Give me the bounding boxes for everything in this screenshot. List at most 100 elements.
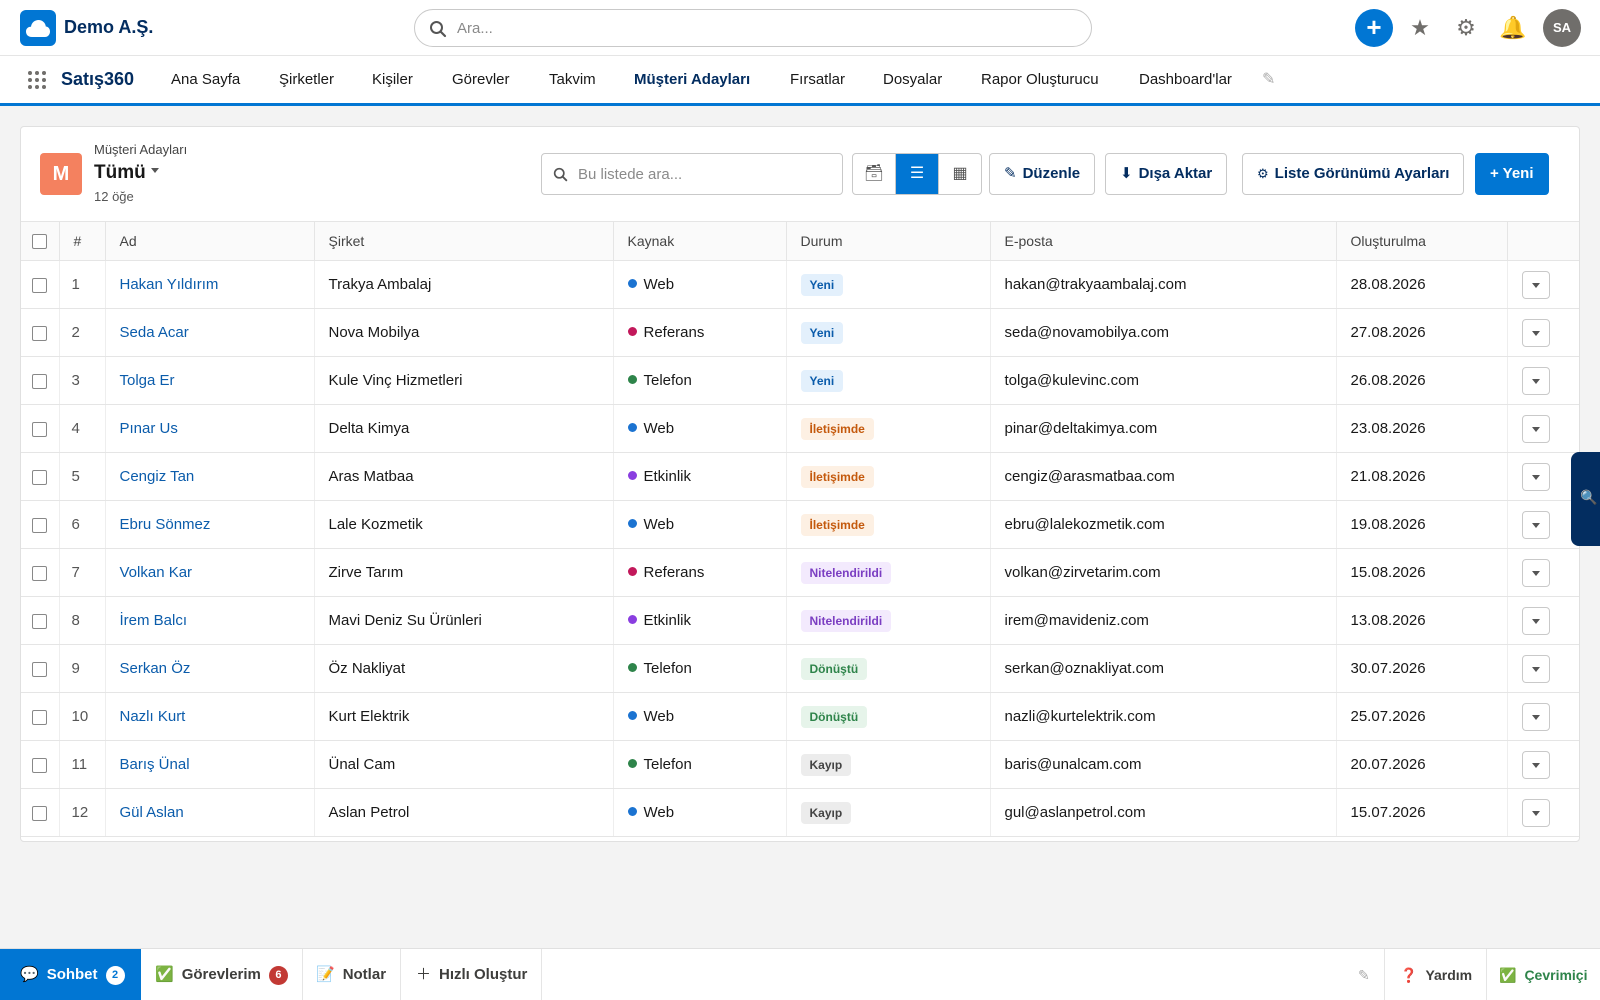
row-checkbox[interactable]	[32, 709, 48, 725]
chat-button[interactable]: 💬 Sohbet 2	[0, 949, 141, 1000]
help-button[interactable]: ❓ Yardım	[1384, 949, 1496, 1000]
email-cell: baris@unalcam.com	[990, 740, 1337, 789]
row-checkbox[interactable]	[32, 661, 48, 677]
search-icon: 🔍	[1580, 489, 1598, 505]
nav-tab-files[interactable]: Dosyalar	[883, 71, 942, 88]
lead-name-link[interactable]: Seda Acar	[120, 324, 189, 341]
edit-utility-bar-pencil-icon[interactable]: ✎	[1358, 949, 1370, 1000]
kanban-view-icon[interactable]: 🗃	[853, 154, 896, 194]
new-lead-button[interactable]: + Yeni	[1475, 153, 1549, 195]
presence-status-button[interactable]: ✅ Çevrimiçi	[1486, 949, 1600, 1000]
row-checkbox[interactable]	[32, 517, 48, 533]
nav-tab-tasks[interactable]: Görevler	[452, 71, 510, 88]
row-checkbox[interactable]	[32, 325, 48, 341]
row-checkbox[interactable]	[32, 805, 48, 821]
row-actions-dropdown[interactable]	[1521, 798, 1550, 827]
column-header-number[interactable]: #	[59, 221, 106, 261]
nav-tab-report-builder[interactable]: Rapor Oluşturucu	[981, 71, 1099, 88]
lead-name-link[interactable]: Cengiz Tan	[120, 468, 195, 485]
global-search[interactable]	[414, 9, 1092, 47]
my-tasks-button[interactable]: ✅ Görevlerim 6	[141, 949, 303, 1000]
created-date-cell: 21.08.2026	[1336, 452, 1508, 501]
row-select-cell	[21, 740, 60, 789]
column-header-company[interactable]: Şirket	[314, 221, 614, 261]
global-search-input[interactable]	[457, 10, 1077, 46]
list-view-settings-button[interactable]: ⚙ Liste Görünümü Ayarları	[1242, 153, 1465, 195]
row-select-cell	[21, 404, 60, 453]
row-actions-dropdown[interactable]	[1521, 606, 1550, 635]
row-select-cell	[21, 308, 60, 357]
lead-name-link[interactable]: Ebru Sönmez	[120, 516, 211, 533]
row-actions-dropdown[interactable]	[1521, 558, 1550, 587]
column-header-created[interactable]: Oluşturulma	[1336, 221, 1508, 261]
row-select-cell	[21, 356, 60, 405]
nav-tab-calendar[interactable]: Takvim	[549, 71, 596, 88]
nav-tab-companies[interactable]: Şirketler	[279, 71, 334, 88]
created-date-cell: 13.08.2026	[1336, 596, 1508, 645]
list-search-input[interactable]	[578, 154, 834, 194]
row-actions-dropdown[interactable]	[1521, 702, 1550, 731]
row-actions-dropdown[interactable]	[1521, 318, 1550, 347]
edit-nav-pencil-icon[interactable]: ✎	[1262, 69, 1275, 89]
nav-tab-dashboards[interactable]: Dashboard'lar	[1139, 71, 1232, 88]
side-search-tab[interactable]: 🔍	[1571, 452, 1600, 546]
edit-button[interactable]: ✎ Düzenle	[989, 153, 1096, 195]
column-header-status[interactable]: Durum	[786, 221, 991, 261]
row-checkbox[interactable]	[32, 469, 48, 485]
row-actions-dropdown[interactable]	[1521, 654, 1550, 683]
row-checkbox[interactable]	[32, 613, 48, 629]
lead-name-link[interactable]: Serkan Öz	[120, 660, 191, 677]
row-actions-dropdown[interactable]	[1521, 270, 1550, 299]
chevron-down-icon[interactable]	[151, 168, 159, 173]
company-cell: Mavi Deniz Su Ürünleri	[314, 596, 614, 645]
status-badge: Nitelendirildi	[800, 609, 892, 632]
row-checkbox[interactable]	[32, 277, 48, 293]
row-actions-dropdown[interactable]	[1521, 750, 1550, 779]
source-dot	[627, 327, 637, 336]
status-cell: Yeni	[786, 260, 991, 309]
company-cell: Trakya Ambalaj	[314, 260, 614, 309]
lead-name-link[interactable]: Gül Aslan	[120, 804, 184, 821]
global-create-button[interactable]: +	[1355, 9, 1393, 47]
row-checkbox[interactable]	[32, 373, 48, 389]
row-checkbox[interactable]	[32, 421, 48, 437]
tasks-label: Görevlerim	[181, 966, 261, 983]
export-button[interactable]: ⬇ Dışa Aktar	[1105, 153, 1228, 195]
nav-tab-opportunities[interactable]: Fırsatlar	[790, 71, 845, 88]
row-actions-dropdown[interactable]	[1521, 366, 1550, 395]
row-checkbox[interactable]	[32, 565, 48, 581]
row-checkbox[interactable]	[32, 757, 48, 773]
column-header-email[interactable]: E-posta	[990, 221, 1337, 261]
nav-tab-contacts[interactable]: Kişiler	[372, 71, 413, 88]
select-all-checkbox[interactable]	[32, 234, 48, 250]
table-row: 1 Hakan Yıldırım Trakya Ambalaj Web Yeni haka…	[21, 260, 1579, 309]
lead-name-link[interactable]: Nazlı Kurt	[120, 708, 186, 725]
app-launcher-icon[interactable]	[28, 71, 46, 89]
row-actions-dropdown[interactable]	[1521, 414, 1550, 443]
lead-name-link[interactable]: Pınar Us	[120, 420, 178, 437]
lead-name-link[interactable]: Tolga Er	[120, 372, 175, 389]
notes-button[interactable]: 📝 Notlar	[302, 949, 402, 1000]
list-search[interactable]	[541, 153, 843, 195]
lead-name-link[interactable]: Volkan Kar	[120, 564, 193, 581]
list-view-selector[interactable]: Tümü	[94, 162, 146, 184]
nav-tab-leads[interactable]: Müşteri Adayları	[634, 71, 750, 88]
notifications-bell-icon[interactable]: 🔔	[1499, 14, 1527, 42]
column-header-name[interactable]: Ad	[105, 221, 315, 261]
row-actions-dropdown[interactable]	[1521, 510, 1550, 539]
row-actions-dropdown[interactable]	[1521, 462, 1550, 491]
column-header-source[interactable]: Kaynak	[613, 221, 787, 261]
source-label: Referans	[643, 324, 705, 341]
favorites-star-icon[interactable]: ★	[1406, 14, 1434, 42]
lead-name-link[interactable]: Hakan Yıldırım	[120, 276, 219, 293]
grid-view-icon[interactable]: ▦	[939, 154, 981, 194]
user-avatar[interactable]: SA	[1543, 9, 1581, 47]
lead-name-link[interactable]: İrem Balcı	[120, 612, 188, 629]
quick-create-button[interactable]: ＋ Hızlı Oluştur	[402, 949, 543, 1000]
table-view-icon[interactable]: ☰	[896, 154, 939, 194]
cloud-logo-icon[interactable]	[20, 10, 56, 46]
status-cell: Dönüştü	[786, 644, 991, 693]
settings-gear-icon[interactable]: ⚙	[1452, 14, 1480, 42]
nav-tab-home[interactable]: Ana Sayfa	[171, 71, 240, 88]
lead-name-link[interactable]: Barış Ünal	[120, 756, 190, 773]
